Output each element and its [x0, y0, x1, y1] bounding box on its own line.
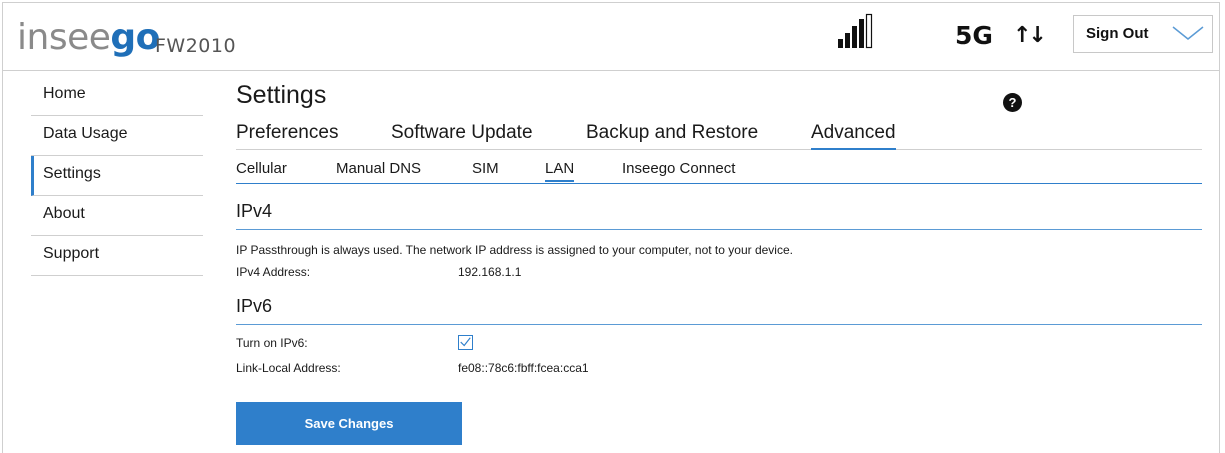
app-frame: inseego FW2010 5G ↑↓ Sign Out Home Data …	[2, 2, 1220, 453]
brand-logo: inseego	[17, 17, 160, 58]
sidebar-item-support[interactable]: Support	[31, 236, 203, 276]
subtab-cellular[interactable]: Cellular	[236, 160, 287, 182]
header: inseego FW2010 5G ↑↓ Sign Out	[3, 3, 1219, 71]
help-icon[interactable]: ?	[1003, 93, 1022, 112]
save-changes-button[interactable]: Save Changes	[236, 402, 462, 445]
link-local-value: fe08::78c6:fbff:fcea:cca1	[458, 361, 589, 375]
brand-prefix: insee	[17, 17, 111, 58]
subtab-sim[interactable]: SIM	[472, 160, 499, 182]
sidebar-item-settings[interactable]: Settings	[31, 156, 203, 196]
subtab-manual-dns[interactable]: Manual DNS	[336, 160, 421, 182]
ipv6-enable-checkbox[interactable]	[458, 335, 473, 350]
main-content: Settings ? Preferences Software Update B…	[236, 81, 1202, 445]
subtab-lan[interactable]: LAN	[545, 160, 575, 182]
sidebar-item-home[interactable]: Home	[31, 76, 203, 116]
brand-suffix: go	[110, 17, 160, 58]
tab-advanced[interactable]: Advanced	[811, 122, 896, 150]
ipv4-passthrough-note: IP Passthrough is always used. The netwo…	[236, 243, 793, 257]
tab-backup-and-restore[interactable]: Backup and Restore	[586, 122, 758, 150]
sidebar-item-about[interactable]: About	[31, 196, 203, 236]
subtab-inseego-connect[interactable]: Inseego Connect	[622, 160, 735, 182]
device-model: FW2010	[155, 35, 237, 57]
ipv4-heading: IPv4	[236, 201, 1202, 230]
ipv4-address-value: 192.168.1.1	[458, 265, 522, 279]
tab-software-update[interactable]: Software Update	[391, 122, 533, 150]
link-local-label: Link-Local Address:	[236, 361, 341, 375]
ipv4-address-label: IPv4 Address:	[236, 265, 311, 279]
network-type: 5G	[955, 21, 993, 50]
sign-out-label: Sign Out	[1086, 25, 1149, 42]
sidebar-item-data-usage[interactable]: Data Usage	[31, 116, 203, 156]
signal-bars-icon	[838, 13, 873, 49]
sidebar: Home Data Usage Settings About Support	[31, 76, 203, 276]
traffic-arrows-icon: ↑↓	[1013, 23, 1047, 48]
advanced-subtabs: Cellular Manual DNS SIM LAN Inseego Conn…	[236, 160, 1202, 184]
sign-out-dropdown[interactable]: Sign Out	[1073, 15, 1213, 53]
ipv6-enable-label: Turn on IPv6:	[236, 336, 308, 350]
page-title: Settings	[236, 81, 327, 109]
chevron-down-icon	[1172, 26, 1204, 40]
ipv6-heading: IPv6	[236, 296, 1202, 325]
checkmark-icon	[460, 337, 471, 347]
tab-preferences[interactable]: Preferences	[236, 122, 338, 150]
settings-tabs: Preferences Software Update Backup and R…	[236, 122, 1202, 150]
